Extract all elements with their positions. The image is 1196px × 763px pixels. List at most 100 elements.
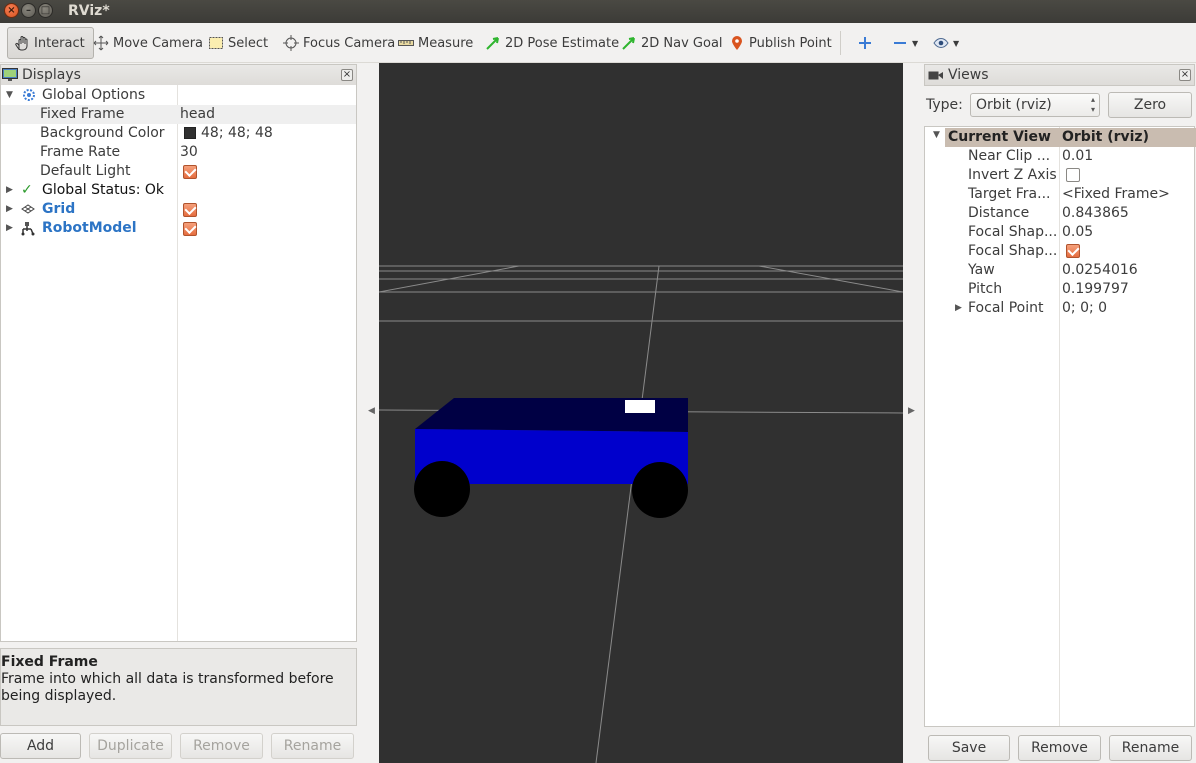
add-display-button[interactable]: Add <box>0 733 81 759</box>
current-view-label: Current View <box>948 129 1051 145</box>
tree-label: Fixed Frame <box>40 106 125 122</box>
tree-row-frame-rate[interactable]: Frame Rate 30 <box>1 143 356 162</box>
ruler-icon <box>398 40 414 46</box>
focal-shape-fixed-checkbox[interactable] <box>1066 244 1080 258</box>
focus-camera-tool-button[interactable]: Focus Camera <box>283 32 395 54</box>
minimize-icon: – <box>26 4 31 16</box>
tool-label: 2D Nav Goal <box>641 35 723 51</box>
near-clip-value[interactable]: 0.01 <box>1062 147 1093 166</box>
robot-model-enabled-checkbox[interactable] <box>183 222 197 236</box>
tree-row-grid[interactable]: ▶ Grid <box>1 200 356 219</box>
yaw-value[interactable]: 0.0254016 <box>1062 261 1138 280</box>
pitch-value[interactable]: 0.199797 <box>1062 280 1129 299</box>
view-options-button[interactable]: ▼ <box>933 32 959 54</box>
view-row-pitch[interactable]: Pitch 0.199797 <box>925 280 1194 299</box>
tree-row-global-status[interactable]: ▶ ✓ Global Status: Ok <box>1 181 356 200</box>
chevron-down-icon: ▼ <box>953 38 960 48</box>
tool-label: Select <box>228 35 269 51</box>
view-row-focal-shape-fixed[interactable]: Focal Shap... <box>925 242 1194 261</box>
remove-view-button[interactable]: Remove <box>1018 735 1101 761</box>
view-row-near-clip[interactable]: Near Clip ... 0.01 <box>925 147 1194 166</box>
invert-z-checkbox[interactable] <box>1066 168 1080 182</box>
view-row-focal-shape-size[interactable]: Focal Shap... 0.05 <box>925 223 1194 242</box>
displays-panel-header: Displays × <box>0 64 357 86</box>
minimize-window-button[interactable]: – <box>21 3 36 18</box>
fixed-frame-value[interactable]: head <box>180 105 215 124</box>
grid-icon <box>21 204 35 214</box>
view-type-select[interactable]: Orbit (rviz) ▴ ▾ <box>970 93 1100 117</box>
view-row-invert-z[interactable]: Invert Z Axis <box>925 166 1194 185</box>
tree-row-fixed-frame[interactable]: Fixed Frame head <box>1 105 356 124</box>
views-tree: Current View Orbit (rviz) ▼ Near Clip ..… <box>924 126 1196 727</box>
grid-enabled-checkbox[interactable] <box>183 203 197 217</box>
expand-arrow-icon[interactable]: ▶ <box>6 181 13 200</box>
tree-label: Frame Rate <box>40 144 121 160</box>
window-title: RViz* <box>68 3 110 19</box>
remove-tool-button[interactable]: ▼ <box>892 32 918 54</box>
measure-tool-button[interactable]: Measure <box>398 32 473 54</box>
remove-display-button[interactable]: Remove <box>180 733 263 759</box>
move-arrows-icon <box>93 35 109 51</box>
views-title: Views <box>948 67 989 83</box>
rename-display-button[interactable]: Rename <box>271 733 354 759</box>
close-panel-button[interactable]: × <box>341 69 353 81</box>
duplicate-display-button[interactable]: Duplicate <box>89 733 172 759</box>
view-row-target-frame[interactable]: Target Fra... <Fixed Frame> <box>925 185 1194 204</box>
toolbar-separator <box>840 31 841 55</box>
title-bar: × – □ RViz* <box>0 0 1196 23</box>
crosshair-icon <box>283 35 299 51</box>
publish-point-tool-button[interactable]: Publish Point <box>729 32 832 54</box>
expand-arrow-icon[interactable]: ▶ <box>6 200 13 219</box>
view-row-distance[interactable]: Distance 0.843865 <box>925 204 1194 223</box>
tree-row-default-light[interactable]: Default Light <box>1 162 356 181</box>
rename-view-button[interactable]: Rename <box>1109 735 1192 761</box>
render-viewport[interactable] <box>379 63 903 763</box>
collapse-left-icon[interactable]: ◀ <box>368 406 375 416</box>
tree-label: Background Color <box>40 125 165 141</box>
hand-pointer-icon <box>15 36 28 51</box>
right-splitter[interactable]: ▶ <box>903 63 924 763</box>
add-tool-button[interactable] <box>857 32 873 54</box>
target-frame-value[interactable]: <Fixed Frame> <box>1062 185 1170 204</box>
select-tool-button[interactable]: Select <box>208 32 268 54</box>
frame-rate-value[interactable]: 30 <box>180 143 198 162</box>
maximize-window-button[interactable]: □ <box>38 3 53 18</box>
2d-pose-estimate-tool-button[interactable]: 2D Pose Estimate <box>485 32 619 54</box>
view-prop-label: Distance <box>968 205 1030 221</box>
expand-arrow-icon[interactable]: ▼ <box>6 86 13 105</box>
view-row-yaw[interactable]: Yaw 0.0254016 <box>925 261 1194 280</box>
tree-row-global-options[interactable]: ▼ Global Options <box>1 86 356 105</box>
left-splitter[interactable]: ◀ <box>358 63 379 763</box>
green-arrow-icon <box>622 37 635 50</box>
view-row-focal-point[interactable]: ▶ Focal Point 0; 0; 0 <box>925 299 1194 318</box>
view-prop-label: Invert Z Axis <box>968 167 1057 183</box>
tool-label: Measure <box>418 35 474 51</box>
distance-value[interactable]: 0.843865 <box>1062 204 1129 223</box>
chevron-down-icon: ▼ <box>912 38 919 48</box>
focal-point-value[interactable]: 0; 0; 0 <box>1062 299 1107 318</box>
close-panel-button[interactable]: × <box>1179 69 1191 81</box>
current-view-row[interactable]: Current View Orbit (rviz) <box>945 128 1196 147</box>
close-icon: × <box>1180 69 1190 80</box>
background-color-value[interactable]: 48; 48; 48 <box>201 124 273 143</box>
2d-nav-goal-tool-button[interactable]: 2D Nav Goal <box>621 32 723 54</box>
default-light-checkbox[interactable] <box>183 165 197 179</box>
expand-arrow-icon[interactable]: ▶ <box>6 219 13 238</box>
expand-arrow-icon[interactable]: ▶ <box>955 299 962 318</box>
interact-tool-button[interactable]: Interact <box>7 27 94 59</box>
displays-tree: ▼ Global Options Fixed Frame head Backgr… <box>0 85 357 642</box>
current-view-type: Orbit (rviz) <box>1062 129 1149 145</box>
tree-row-background-color[interactable]: Background Color 48; 48; 48 <box>1 124 356 143</box>
close-window-button[interactable]: × <box>4 3 19 18</box>
zero-button[interactable]: Zero <box>1108 92 1192 118</box>
collapse-right-icon[interactable]: ▶ <box>908 406 915 416</box>
camera-icon <box>928 71 943 80</box>
tree-row-robot-model[interactable]: ▶ RobotModel <box>1 219 356 238</box>
save-view-button[interactable]: Save <box>928 735 1010 761</box>
color-swatch[interactable] <box>184 127 196 139</box>
move-camera-tool-button[interactable]: Move Camera <box>93 32 203 54</box>
tree-label: Default Light <box>40 163 131 179</box>
tool-label: Focus Camera <box>303 35 396 51</box>
focal-shape-size-value[interactable]: 0.05 <box>1062 223 1093 242</box>
expand-arrow-icon[interactable]: ▼ <box>933 130 940 140</box>
